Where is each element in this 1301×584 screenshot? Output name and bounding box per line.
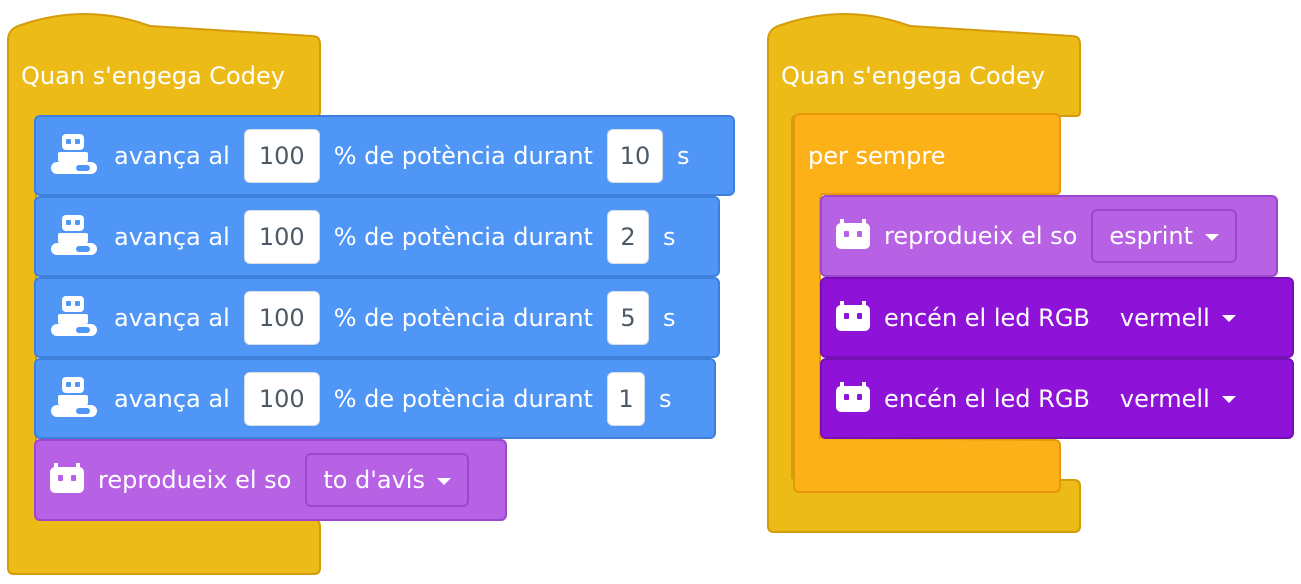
color-dropdown-value: vermell xyxy=(1119,303,1210,332)
block-text: avança al xyxy=(114,384,230,413)
chevron-down-icon xyxy=(1221,315,1236,322)
block-text: avança al xyxy=(114,141,230,170)
block-text: % de potència durant xyxy=(333,222,593,251)
rover-robot-icon xyxy=(51,376,97,417)
block-text: % de potència durant xyxy=(333,303,593,332)
block-text: encén el led RGB xyxy=(884,384,1090,413)
move-forward-block[interactable]: avança al 100 % de potència durant 5 s xyxy=(34,277,720,358)
chevron-down-icon xyxy=(436,477,451,485)
unit-label: s xyxy=(658,384,672,413)
power-input[interactable]: 100 xyxy=(243,371,320,426)
hat-label: Quan s'engega Codey xyxy=(781,62,1045,90)
rgb-led-block[interactable]: encén el led RGB vermell xyxy=(820,358,1294,439)
rgb-led-block[interactable]: encén el led RGB vermell xyxy=(820,277,1294,358)
rover-robot-icon xyxy=(51,133,97,174)
forever-label: per sempre xyxy=(808,142,946,170)
move-forward-block[interactable]: avança al 100 % de potència durant 10 s xyxy=(34,115,735,196)
block-text: encén el led RGB xyxy=(884,303,1090,332)
move-forward-block[interactable]: avança al 100 % de potència durant 1 s xyxy=(34,358,716,439)
rover-robot-icon xyxy=(51,295,97,336)
duration-input[interactable]: 5 xyxy=(606,290,649,345)
unit-label: s xyxy=(662,222,676,251)
chevron-down-icon xyxy=(1221,396,1236,403)
duration-input[interactable]: 2 xyxy=(606,209,649,264)
block-text: % de potència durant xyxy=(333,141,593,170)
sound-dropdown[interactable]: esprint xyxy=(1091,209,1237,263)
sound-dropdown[interactable]: to d'avís xyxy=(305,453,469,507)
color-dropdown[interactable]: vermell xyxy=(1101,290,1254,345)
play-sound-block[interactable]: reprodueix el so esprint xyxy=(820,195,1278,277)
duration-input[interactable]: 10 xyxy=(606,128,663,183)
power-input[interactable]: 100 xyxy=(243,128,320,183)
move-forward-block[interactable]: avança al 100 % de potència durant 2 s xyxy=(34,196,720,277)
codey-face-icon xyxy=(836,381,870,412)
play-sound-block[interactable]: reprodueix el so to d'avís xyxy=(34,439,507,521)
block-text: reprodueix el so xyxy=(98,466,292,494)
codey-face-icon xyxy=(50,463,84,493)
rover-robot-icon xyxy=(51,214,97,255)
block-text: % de potència durant xyxy=(333,384,593,413)
color-dropdown-value: vermell xyxy=(1119,384,1210,413)
duration-input[interactable]: 1 xyxy=(606,371,645,426)
power-input[interactable]: 100 xyxy=(243,209,320,264)
sound-dropdown-value: esprint xyxy=(1109,222,1193,250)
color-dropdown[interactable]: vermell xyxy=(1101,371,1254,426)
block-text: reprodueix el so xyxy=(884,222,1078,250)
block-text: avança al xyxy=(114,222,230,251)
unit-label: s xyxy=(676,141,690,170)
chevron-down-icon xyxy=(1205,233,1219,241)
codey-face-icon xyxy=(836,300,870,331)
hat-label: Quan s'engega Codey xyxy=(21,62,285,90)
power-input[interactable]: 100 xyxy=(243,290,320,345)
unit-label: s xyxy=(662,303,676,332)
sound-dropdown-value: to d'avís xyxy=(323,466,425,494)
block-text: avança al xyxy=(114,303,230,332)
codey-face-icon xyxy=(836,219,870,249)
